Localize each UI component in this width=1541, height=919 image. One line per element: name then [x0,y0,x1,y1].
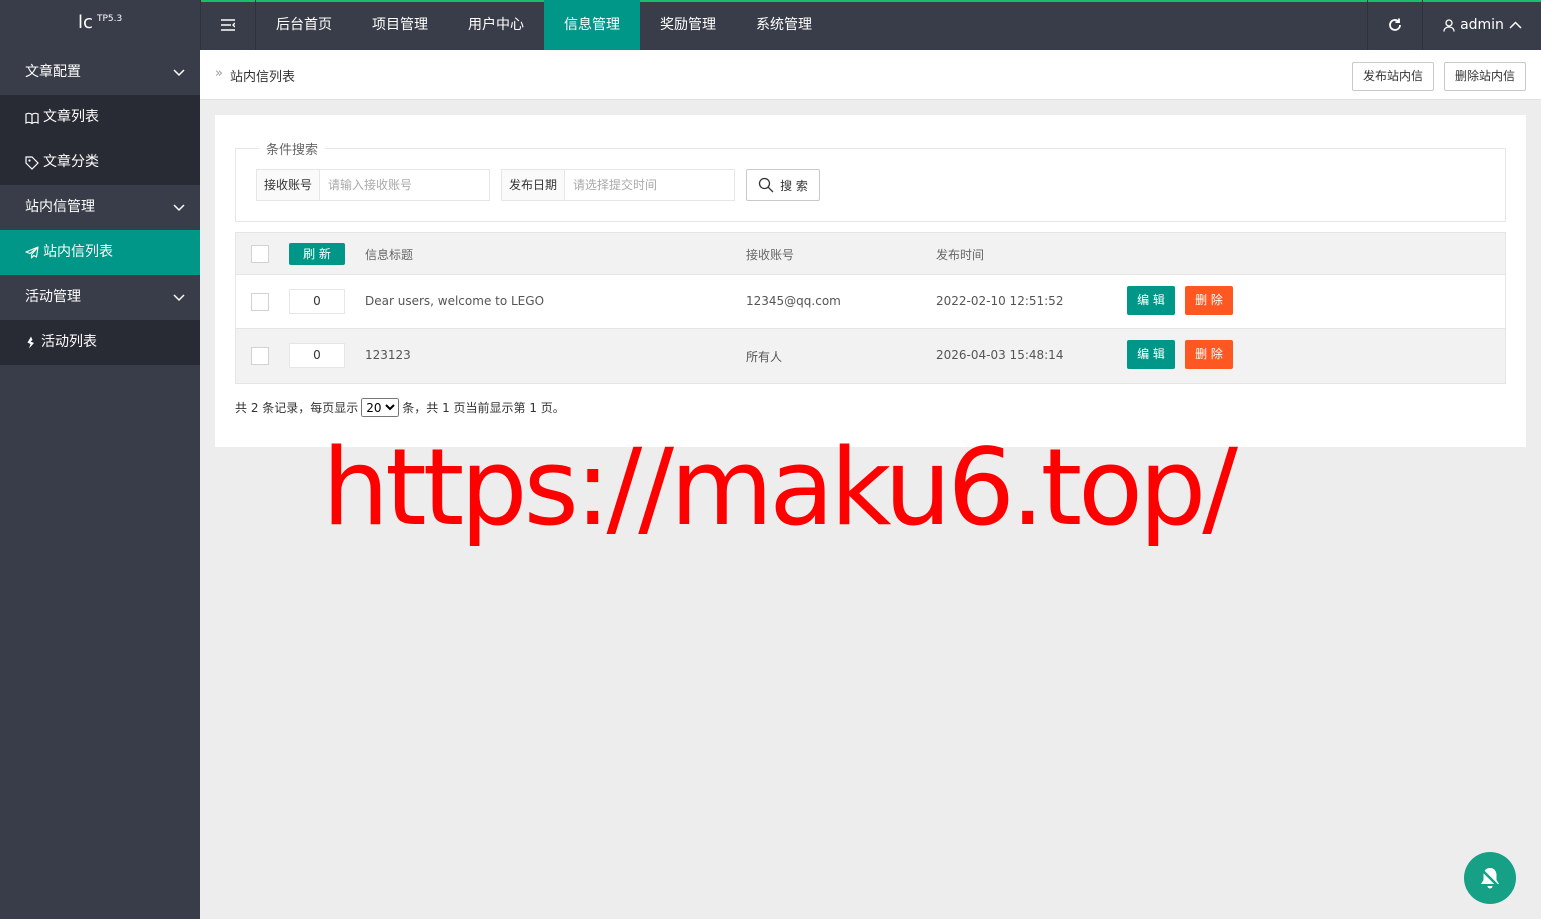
user-icon [1443,18,1455,32]
delete-button[interactable]: 删 除 [1185,286,1233,315]
sort-input[interactable]: 0 [289,343,345,368]
header-title: 信息标题 [365,248,414,262]
double-chevron-right-icon: » [215,66,223,81]
user-name: admin [1460,17,1504,33]
breadcrumb: » 站内信列表 发布站内信 删除站内信 [200,50,1541,100]
account-label: 接收账号 [257,170,321,200]
search-button[interactable]: 搜 索 [746,169,820,201]
logo-version: TP5.3 [97,14,123,24]
nav-item-system[interactable]: 系统管理 [736,0,832,50]
row-account: 12345@qq.com [746,294,841,308]
paper-plane-icon [25,246,39,259]
menu-collapse-icon [221,19,235,31]
date-search-field: 发布日期 [501,169,736,201]
sidebar-item-label: 活动列表 [41,334,97,350]
row-checkbox[interactable] [251,347,269,365]
nav-item-messages[interactable]: 信息管理 [544,0,640,50]
sidebar-item-message-list[interactable]: 站内信列表 [0,230,200,275]
row-title: 123123 [365,348,411,362]
row-checkbox[interactable] [251,293,269,311]
top-nav: 后台首页 项目管理 用户中心 信息管理 奖励管理 系统管理 [256,0,832,50]
sidebar-group-message-management[interactable]: 站内信管理 [0,185,200,230]
sidebar-group-article-config[interactable]: 文章配置 [0,50,200,95]
search-fieldset: 条件搜索 接收账号 发布日期 搜 索 [235,139,1506,222]
search-legend: 条件搜索 [259,139,326,158]
sidebar-group-label: 站内信管理 [25,199,95,215]
table-row: 0 123123 所有人 2026-04-03 15:48:14 编 辑 删 除 [236,329,1505,383]
row-title: Dear users, welcome to LEGO [365,294,545,308]
table-row: 0 Dear users, welcome to LEGO 12345@qq.c… [236,275,1505,329]
delete-button[interactable]: 删 除 [1185,340,1233,369]
sidebar: 文章配置 文章列表 文章分类 站内信管理 站内信列表 活动管理 活动列表 [0,50,200,919]
header-account: 接收账号 [746,248,795,262]
sidebar-item-article-category[interactable]: 文章分类 [0,140,200,185]
search-button-label: 搜 索 [780,178,808,193]
pagination: 共 2 条记录，每页显示 20 条，共 1 页当前显示第 1 页。 [235,398,565,417]
account-search-field: 接收账号 [256,169,491,201]
message-table: 刷 新 信息标题 接收账号 发布时间 0 Dear users, welcome… [235,232,1506,384]
pager-prefix: 共 2 条记录，每页显示 [235,401,359,415]
date-input[interactable] [565,170,735,200]
tag-icon [25,155,39,170]
table-refresh-button[interactable]: 刷 新 [289,243,345,265]
edit-button[interactable]: 编 辑 [1127,286,1175,315]
pager-suffix: 条，共 1 页当前显示第 1 页。 [402,401,565,415]
nav-item-home[interactable]: 后台首页 [256,0,352,50]
sort-input[interactable]: 0 [289,289,345,314]
row-account: 所有人 [746,350,783,364]
book-icon [25,112,39,124]
chevron-down-icon [173,204,185,212]
bell-off-icon [1480,868,1500,889]
notification-float-button[interactable] [1464,852,1516,904]
edit-button[interactable]: 编 辑 [1127,340,1175,369]
date-label: 发布日期 [502,170,566,200]
menu-toggle-button[interactable] [200,0,256,50]
watermark-text: https://maku6.top/ [322,426,1238,549]
logo-text: lc [78,12,93,33]
sidebar-item-label: 站内信列表 [43,244,113,260]
row-time: 2022-02-10 12:51:52 [936,294,1064,308]
sidebar-item-activity-list[interactable]: 活动列表 [0,320,200,365]
activity-icon [27,336,34,349]
header-time: 发布时间 [936,248,985,262]
delete-message-button[interactable]: 删除站内信 [1444,62,1527,91]
sidebar-group-activity-management[interactable]: 活动管理 [0,275,200,320]
chevron-up-icon [1509,21,1522,29]
sidebar-item-article-list[interactable]: 文章列表 [0,95,200,140]
select-all-checkbox[interactable] [251,245,269,263]
table-header: 刷 新 信息标题 接收账号 发布时间 [236,233,1505,275]
top-header: lc TP5.3 后台首页 项目管理 用户中心 信息管理 奖励管理 系统管理 a… [0,0,1541,50]
row-time: 2026-04-03 15:48:14 [936,348,1064,362]
page-title: 站内信列表 [230,70,296,85]
user-menu[interactable]: admin [1424,0,1541,50]
account-input[interactable] [320,170,490,200]
sidebar-item-label: 文章列表 [43,109,99,125]
nav-item-projects[interactable]: 项目管理 [352,0,448,50]
chevron-down-icon [173,294,185,302]
search-icon [758,177,774,193]
sidebar-item-label: 文章分类 [43,154,99,170]
sidebar-group-label: 活动管理 [25,289,81,305]
publish-message-button[interactable]: 发布站内信 [1352,62,1435,91]
page-size-select[interactable]: 20 [361,398,400,417]
app-logo[interactable]: lc TP5.3 [0,0,200,50]
sidebar-group-label: 文章配置 [25,64,81,80]
nav-item-users[interactable]: 用户中心 [448,0,544,50]
content-card: 条件搜索 接收账号 发布日期 搜 索 刷 新 信息标题 接收账号 发布时间 0 … [215,115,1526,447]
refresh-icon [1389,18,1401,31]
nav-item-rewards[interactable]: 奖励管理 [640,0,736,50]
page-refresh-button[interactable] [1367,0,1423,50]
chevron-down-icon [173,69,185,77]
